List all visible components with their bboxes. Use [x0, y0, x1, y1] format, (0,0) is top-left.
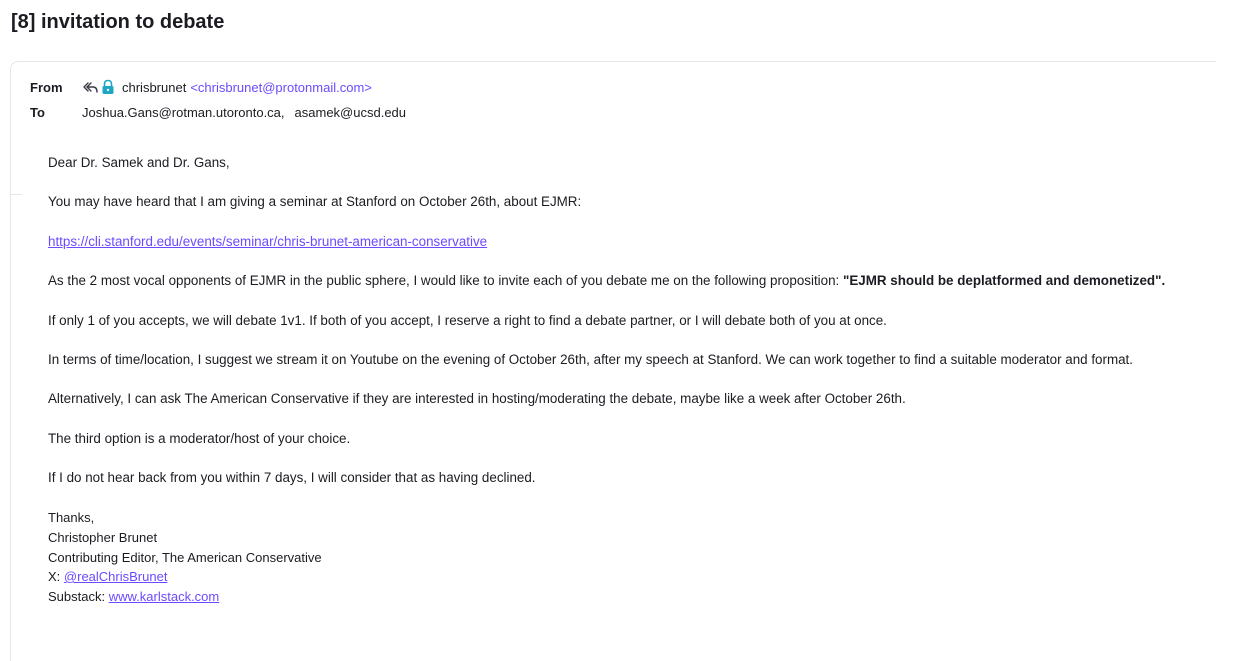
signature-substack: Substack: www.karlstack.com — [48, 589, 219, 604]
substack-link[interactable]: www.karlstack.com — [109, 589, 220, 604]
sender-name[interactable]: chrisbrunet — [122, 80, 186, 95]
signature-title: Contributing Editor, The American Conser… — [48, 550, 322, 565]
reply-all-icon[interactable] — [82, 79, 98, 95]
email-subject: [8] invitation to debate — [11, 11, 225, 33]
signature-x: X: @realChrisBrunet — [48, 569, 167, 584]
to-label: To — [30, 105, 45, 120]
paragraph-time-location: In terms of time/location, I suggest we … — [48, 352, 1133, 367]
sender-email[interactable]: <chrisbrunet@protonmail.com> — [190, 80, 372, 95]
x-handle-link[interactable]: @realChrisBrunet — [64, 569, 168, 584]
to-row: To Joshua.Gans@rotman.utoronto.ca, asame… — [30, 105, 406, 120]
invitation-text: As the 2 most vocal opponents of EJMR in… — [48, 273, 843, 288]
lock-icon[interactable] — [101, 79, 117, 95]
paragraph-format: If only 1 of you accepts, we will debate… — [48, 313, 887, 328]
paragraph-alternative: Alternatively, I can ask The American Co… — [48, 391, 906, 406]
card-divider — [10, 194, 22, 195]
proposition-text: "EJMR should be deplatformed and demonet… — [842, 273, 1166, 288]
paragraph-invitation: As the 2 most vocal opponents of EJMR in… — [48, 273, 1165, 288]
signature-name: Christopher Brunet — [48, 530, 158, 545]
greeting: Dear Dr. Samek and Dr. Gans, — [48, 155, 230, 170]
paragraph-seminar: You may have heard that I am giving a se… — [48, 194, 582, 209]
recipient-gans[interactable]: Joshua.Gans@rotman.utoronto.ca, — [82, 105, 285, 120]
recipient-samek[interactable]: asamek@ucsd.edu — [295, 105, 406, 120]
paragraph-third-option: The third option is a moderator/host of … — [48, 431, 351, 446]
x-label: X: — [48, 569, 61, 584]
seminar-link[interactable]: https://cli.stanford.edu/events/seminar/… — [48, 234, 487, 249]
from-row: From chrisbrunet <chrisbrunet@protonmail… — [30, 79, 372, 95]
from-label: From — [30, 79, 63, 95]
signature-thanks: Thanks, — [48, 510, 95, 525]
paragraph-deadline: If I do not hear back from you within 7 … — [48, 470, 536, 485]
substack-label: Substack: — [48, 589, 106, 604]
